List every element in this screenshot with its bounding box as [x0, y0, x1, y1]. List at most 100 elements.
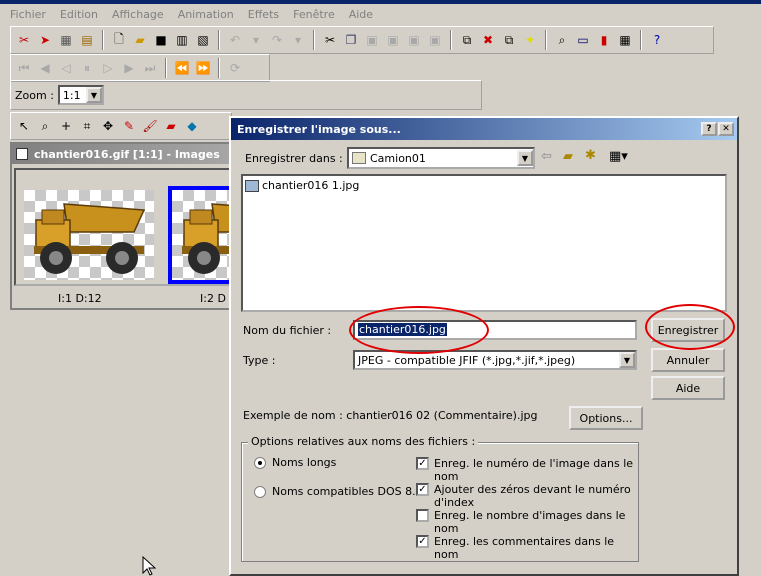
save-as-dialog: Enregistrer l'image sous... ? ✕ Enregist…	[229, 116, 739, 576]
palette-icon[interactable]: ▮	[595, 31, 613, 49]
open-folder-icon[interactable]: ▰	[131, 31, 149, 49]
radio-dos-names[interactable]	[254, 486, 266, 498]
save-frames-icon[interactable]: ▥	[173, 31, 191, 49]
eraser-icon[interactable]: ▰	[162, 117, 180, 135]
move-icon[interactable]: ✥	[99, 117, 117, 135]
highlight-oval-save	[645, 304, 735, 350]
separator	[545, 30, 547, 50]
menu-affichage[interactable]: Affichage	[112, 8, 164, 21]
copy-icon[interactable]: ❐	[342, 31, 360, 49]
frame-1-thumbnail[interactable]	[24, 190, 154, 280]
pointer-icon[interactable]: ↖	[15, 117, 33, 135]
play-icon[interactable]: ▷	[99, 59, 117, 77]
menu-animation[interactable]: Animation	[178, 8, 234, 21]
dump-truck-icon	[34, 203, 146, 274]
options-button[interactable]: Options...	[569, 406, 643, 430]
dialog-titlebar[interactable]: Enregistrer l'image sous...	[231, 118, 737, 140]
film-icon[interactable]: ▤	[78, 31, 96, 49]
frame-2-label: I:2 D	[200, 292, 226, 305]
split-icon[interactable]: ▦	[57, 31, 75, 49]
next-icon[interactable]: ▶	[120, 59, 138, 77]
magnifier-icon[interactable]: ⌕	[36, 117, 54, 135]
arrow-icon[interactable]: ➤	[36, 31, 54, 49]
first-frame-icon[interactable]: ⏮	[15, 59, 33, 77]
file-item[interactable]: chantier016 1.jpg	[245, 179, 359, 192]
brush-icon[interactable]: 🖌	[141, 117, 159, 135]
wizard-icon[interactable]: ✂	[15, 31, 33, 49]
chevron-down-icon[interactable]: ▾	[289, 31, 307, 49]
paste-new-icon[interactable]: ▣	[405, 31, 423, 49]
help-button[interactable]: Aide	[651, 376, 725, 400]
chevron-down-icon[interactable]: ▼	[619, 352, 635, 368]
type-select[interactable]: JPEG - compatible JFIF (*.jpg,*.jif,*.jp…	[353, 350, 637, 370]
checkbox-image-count[interactable]	[416, 509, 429, 522]
save-in-value: Camion01	[370, 151, 426, 165]
chevron-down-icon[interactable]: ▼	[517, 150, 533, 166]
images-window-titlebar[interactable]: chantier016.gif [1:1] - Images	[12, 144, 240, 164]
save-icon[interactable]: ■	[152, 31, 170, 49]
cut-icon[interactable]: ✂	[321, 31, 339, 49]
separator	[313, 30, 315, 50]
delete-frame-icon[interactable]: ✖	[479, 31, 497, 49]
last-frame-icon[interactable]: ⏭	[141, 59, 159, 77]
menu-fenetre[interactable]: Fenêtre	[293, 8, 335, 21]
images-window: chantier016.gif [1:1] - Images I:1 D:12 …	[10, 142, 242, 310]
frame-1-label: I:1 D:12	[58, 292, 102, 305]
frame-back-icon[interactable]: ⏪	[173, 59, 191, 77]
menu-effets[interactable]: Effets	[248, 8, 279, 21]
group-label: Options relatives aux noms des fichiers …	[248, 435, 479, 448]
menu-fichier[interactable]: Fichier	[10, 8, 46, 21]
cancel-button[interactable]: Annuler	[651, 348, 725, 372]
light-icon[interactable]: ✦	[521, 31, 539, 49]
redo-icon[interactable]: ↷	[268, 31, 286, 49]
close-icon[interactable]: ✕	[718, 122, 734, 136]
chevron-down-icon[interactable]: ▾	[247, 31, 265, 49]
grid-icon[interactable]: ▦	[616, 31, 634, 49]
step-back-icon[interactable]: ◁	[57, 59, 75, 77]
highlight-oval-filename	[349, 306, 489, 354]
checkbox-image-number[interactable]: ✓	[416, 457, 429, 470]
help-icon[interactable]: ?	[701, 122, 717, 136]
prev-icon[interactable]: ◀	[36, 59, 54, 77]
zoom-label: Zoom :	[15, 88, 54, 102]
save-in-select[interactable]: Camion01 ▼	[347, 147, 535, 169]
zoom-select[interactable]: 1:1 ▼	[57, 85, 104, 105]
paste-frame-icon[interactable]: ▣	[426, 31, 444, 49]
screen-icon[interactable]: ▭	[574, 31, 592, 49]
fill-icon[interactable]: ◆	[183, 117, 201, 135]
help-icon[interactable]: ?	[648, 31, 666, 49]
save-in-label: Enregistrer dans :	[245, 152, 343, 165]
frame-forward-icon[interactable]: ⏩	[194, 59, 212, 77]
pause-icon[interactable]: ⏸	[78, 59, 96, 77]
save-all-icon[interactable]: ▧	[194, 31, 212, 49]
menu-aide[interactable]: Aide	[349, 8, 373, 21]
checkbox-image-count-label: Enreg. le nombre d'images dans le nom	[434, 509, 626, 535]
preview-icon[interactable]: ⌕	[553, 31, 571, 49]
crop-icon[interactable]: ⌗	[78, 117, 96, 135]
checkbox-leading-zeros[interactable]: ✓	[416, 483, 429, 496]
view-menu-icon[interactable]: ▦▾	[609, 149, 628, 164]
checkbox-comments[interactable]: ✓	[416, 535, 429, 548]
paste-special-icon[interactable]: ▣	[384, 31, 402, 49]
image-file-icon	[245, 179, 259, 192]
images-window-title: chantier016.gif [1:1] - Images	[34, 147, 220, 161]
folder-icon	[352, 152, 366, 164]
crosshair-icon[interactable]: +	[57, 117, 75, 135]
loop-icon[interactable]: ⟳	[226, 59, 244, 77]
main-toolbar: ✂ ➤ ▦ ▤ 🗋 ▰ ■ ▥ ▧ ↶ ▾ ↷ ▾ ✂ ❐ ▣ ▣ ▣ ▣ ⧉ …	[10, 26, 714, 54]
insert-frame-icon[interactable]: ⧉	[458, 31, 476, 49]
new-folder-icon[interactable]: ✱	[585, 148, 596, 163]
mouse-cursor-icon	[142, 556, 157, 576]
pencil-icon[interactable]: ✎	[120, 117, 138, 135]
paste-icon[interactable]: ▣	[363, 31, 381, 49]
example-name: Exemple de nom : chantier016 02 (Comment…	[243, 409, 538, 422]
app-icon	[16, 148, 28, 160]
back-arrow-icon[interactable]: ⇦	[541, 149, 552, 164]
up-folder-icon[interactable]: ▰	[563, 149, 573, 164]
radio-long-names[interactable]	[254, 457, 266, 469]
new-file-icon[interactable]: 🗋	[110, 31, 128, 49]
undo-icon[interactable]: ↶	[226, 31, 244, 49]
duplicate-icon[interactable]: ⧉	[500, 31, 518, 49]
chevron-down-icon[interactable]: ▼	[85, 87, 102, 103]
menu-edition[interactable]: Edition	[60, 8, 98, 21]
